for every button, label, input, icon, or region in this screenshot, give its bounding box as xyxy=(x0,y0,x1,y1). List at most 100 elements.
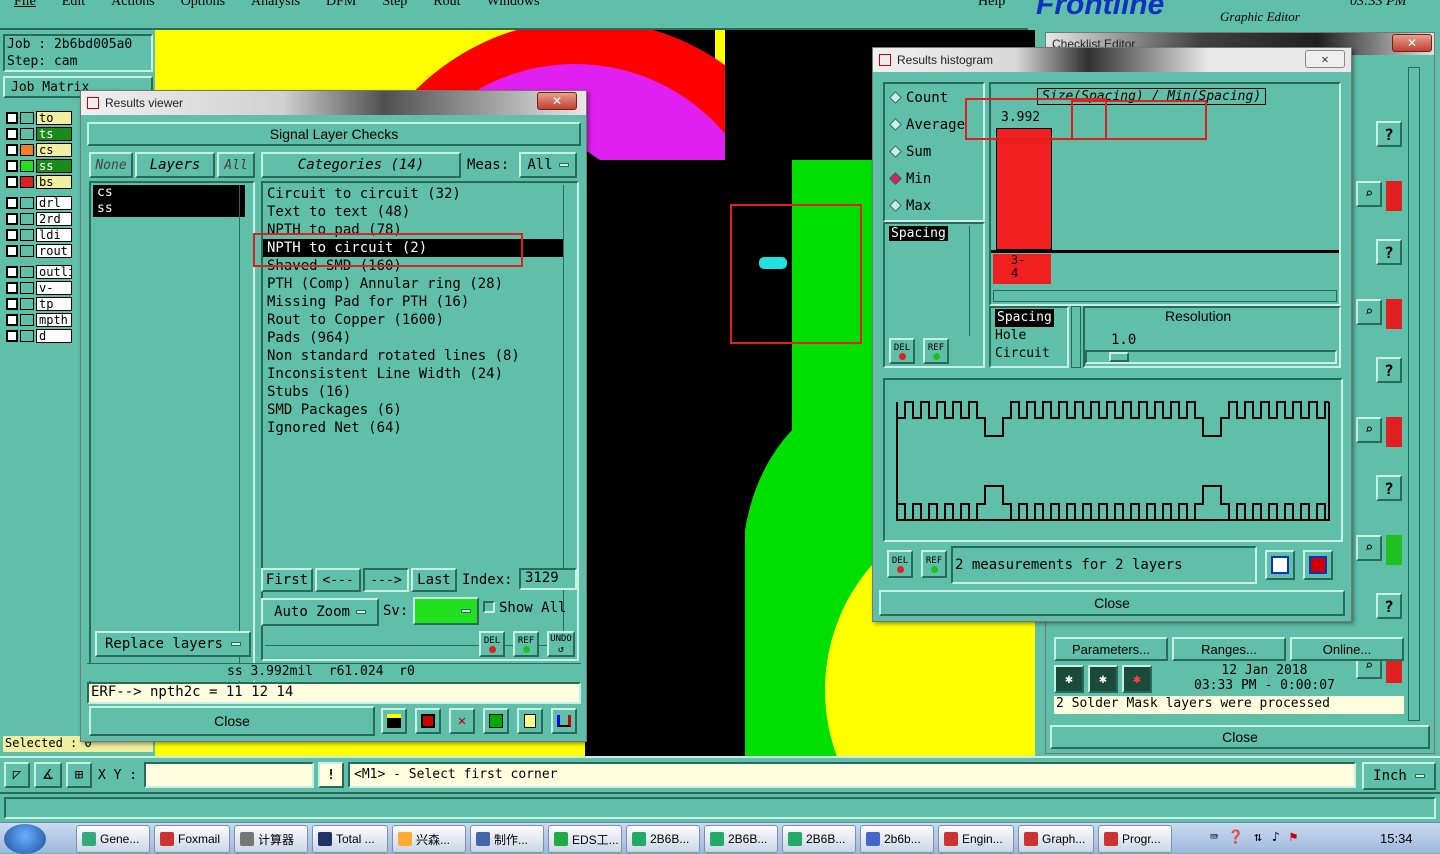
layer-list-scrollbar[interactable] xyxy=(239,185,251,685)
menu-actions[interactable]: Actions xyxy=(111,0,155,10)
zoom-all-icon[interactable] xyxy=(1303,550,1333,580)
layer-select-box[interactable] xyxy=(6,197,18,209)
category-item[interactable]: Pads (964) xyxy=(263,329,577,347)
category-item[interactable]: Missing Pad for PTH (16) xyxy=(263,293,577,311)
index-input[interactable]: 3129 xyxy=(519,568,577,590)
layer-name[interactable]: ss xyxy=(36,159,72,173)
category-item[interactable]: Circuit to circuit (32) xyxy=(263,185,577,203)
layer-name[interactable]: ldi xyxy=(36,228,72,242)
type-list-scrollbar[interactable] xyxy=(969,226,981,336)
undo-button[interactable]: UNDO ↺ xyxy=(547,631,575,657)
layer-select-box[interactable] xyxy=(6,282,18,294)
layer-color-swatch[interactable] xyxy=(20,245,34,257)
all-button[interactable]: All xyxy=(217,152,255,178)
taskbar-item[interactable]: 制作... xyxy=(470,825,544,853)
category-item[interactable]: Ignored Net (64) xyxy=(263,419,577,437)
histogram-bar[interactable] xyxy=(996,128,1052,250)
mode-radio-max[interactable]: Max xyxy=(885,192,983,219)
ref-button[interactable]: REF xyxy=(513,631,539,657)
histogram-close-button[interactable]: Close xyxy=(879,590,1345,616)
category-item[interactable]: Inconsistent Line Width (24) xyxy=(263,365,577,383)
taskbar-item[interactable]: 兴森... xyxy=(392,825,466,853)
meas-dropdown[interactable]: All xyxy=(519,152,577,178)
layer-name[interactable]: v-cut xyxy=(36,281,72,295)
menu-dfm[interactable]: DFM xyxy=(326,0,356,10)
layer-name[interactable]: cs xyxy=(36,143,72,157)
layer-select-box[interactable] xyxy=(6,160,18,172)
taskbar-item[interactable]: Gene... xyxy=(76,825,150,853)
unit-dropdown[interactable]: Inch xyxy=(1362,762,1436,790)
layer-color-swatch[interactable] xyxy=(20,298,34,310)
zoom-icon[interactable]: ⌕ xyxy=(1356,299,1382,325)
checklist-close-icon[interactable]: ✕ xyxy=(1392,34,1432,52)
sv-color-dropdown[interactable] xyxy=(413,597,479,625)
layer-name[interactable]: 2rd xyxy=(36,212,72,226)
start-button[interactable] xyxy=(4,824,46,854)
layer-color-swatch[interactable] xyxy=(20,330,34,342)
first-button[interactable]: First xyxy=(261,568,313,592)
taskbar-item[interactable]: 2b6b... xyxy=(860,825,934,853)
cross-out-icon[interactable]: ✕ xyxy=(449,708,475,734)
auto-zoom-dropdown[interactable]: Auto Zoom xyxy=(261,598,379,626)
layer-color-swatch[interactable] xyxy=(20,213,34,225)
help-question-icon[interactable]: ? xyxy=(1376,121,1402,147)
volume-icon[interactable]: ♪ xyxy=(1272,830,1280,845)
category-item[interactable]: Stubs (16) xyxy=(263,383,577,401)
layer-name[interactable]: mpth xyxy=(36,313,72,327)
layer-select-box[interactable] xyxy=(6,330,18,342)
categories-button[interactable]: Categories (14) xyxy=(261,152,461,178)
category-item[interactable]: SMD Packages (6) xyxy=(263,401,577,419)
layer-color-swatch[interactable] xyxy=(20,229,34,241)
layer-select-box[interactable] xyxy=(6,112,18,124)
layer-select-box[interactable] xyxy=(6,128,18,140)
measure-hole[interactable]: Hole xyxy=(995,327,1067,345)
run-icon[interactable]: ✱ xyxy=(1054,665,1084,693)
report-icon[interactable] xyxy=(517,708,543,734)
xy-input[interactable] xyxy=(144,762,314,788)
taskbar-item[interactable]: Progr... xyxy=(1098,825,1172,853)
preview-ref-button[interactable]: REF xyxy=(921,550,947,578)
layer-name[interactable]: ts xyxy=(36,127,72,141)
layer-name[interactable]: d xyxy=(36,329,72,343)
menu-analysis[interactable]: Analysis xyxy=(251,0,300,10)
measure-icon[interactable]: ∡ xyxy=(34,762,62,788)
layer-color-swatch[interactable] xyxy=(20,176,34,188)
category-item[interactable]: PTH (Comp) Annular ring (28) xyxy=(263,275,577,293)
last-button[interactable]: Last xyxy=(411,568,457,592)
zoom-icon[interactable]: ⌕ xyxy=(1356,535,1382,561)
layer-select-box[interactable] xyxy=(6,314,18,326)
mode-radio-sum[interactable]: Sum xyxy=(885,138,983,165)
ranges-button[interactable]: Ranges... xyxy=(1172,637,1286,661)
zoom-icon[interactable]: ⌕ xyxy=(1356,417,1382,443)
layer-name[interactable]: outli xyxy=(36,265,72,279)
taskbar-item[interactable]: Engin... xyxy=(938,825,1014,853)
taskbar-item[interactable]: Total ... xyxy=(312,825,388,853)
layer-select-box[interactable] xyxy=(6,229,18,241)
histogram-icon[interactable] xyxy=(551,708,577,734)
taskbar-item[interactable]: Foxmail xyxy=(154,825,230,853)
resolution-slider[interactable] xyxy=(1085,350,1337,364)
category-item[interactable]: Rout to Copper (1600) xyxy=(263,311,577,329)
checklist-scrollbar[interactable] xyxy=(1408,67,1420,721)
taskbar-item[interactable]: 2B6B... xyxy=(782,825,856,853)
layer-select-box[interactable] xyxy=(6,245,18,257)
online-button[interactable]: Online... xyxy=(1290,637,1404,661)
layer-list-item[interactable]: ss xyxy=(93,201,245,217)
layer-color-swatch[interactable] xyxy=(20,112,34,124)
measure-spacing[interactable]: Spacing xyxy=(995,309,1054,327)
help-icon[interactable]: ❓ xyxy=(1228,830,1244,845)
grid-icon[interactable]: ⊞ xyxy=(66,762,92,788)
layer-name[interactable]: rout xyxy=(36,244,72,258)
help-question-icon[interactable]: ? xyxy=(1376,593,1402,619)
menu-step[interactable]: Step xyxy=(382,0,407,10)
hist-del-button[interactable]: DEL xyxy=(889,338,915,364)
help-question-icon[interactable]: ? xyxy=(1376,239,1402,265)
layer-color-swatch[interactable] xyxy=(20,197,34,209)
taskbar-item[interactable]: EDS工... xyxy=(548,825,622,853)
layer-select-box[interactable] xyxy=(6,176,18,188)
menu-options[interactable]: Options xyxy=(181,0,225,10)
layer-list-item[interactable]: cs xyxy=(93,185,245,201)
category-item[interactable]: Text to text (48) xyxy=(263,203,577,221)
network-icon[interactable]: ⇅ xyxy=(1254,830,1262,845)
menu-file[interactable]: File xyxy=(14,0,36,10)
